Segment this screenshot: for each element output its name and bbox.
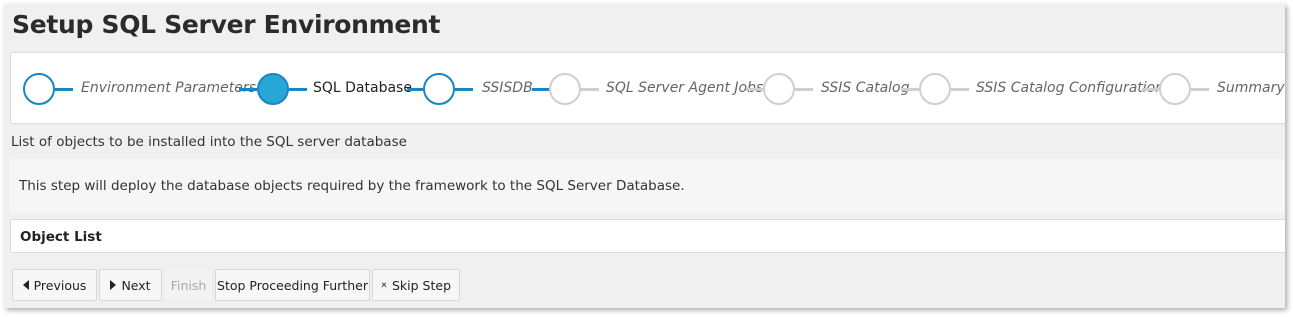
step-description: This step will deploy the database objec… xyxy=(19,178,685,194)
step-connector xyxy=(239,88,257,91)
stop-button-label: Stop Proceeding Further xyxy=(217,277,368,293)
previous-button-label: Previous xyxy=(33,277,87,293)
step-7-circle[interactable] xyxy=(1159,73,1191,105)
step-sql-database[interactable]: SQL Database xyxy=(313,80,412,96)
step-5-circle[interactable] xyxy=(763,73,795,105)
step-1-circle[interactable] xyxy=(23,73,55,105)
step-connector xyxy=(289,88,307,91)
stepper-track: Environment Parameters SQL Database SSIS… xyxy=(11,53,1285,123)
step-6-circle[interactable] xyxy=(919,73,951,105)
caret-left-icon xyxy=(22,280,29,290)
next-button-label: Next xyxy=(121,277,151,293)
step-summary[interactable]: Summary xyxy=(1217,80,1285,96)
step-3-circle[interactable] xyxy=(423,73,455,105)
step-4-circle[interactable] xyxy=(549,73,581,105)
step-connector xyxy=(1191,88,1209,91)
setup-window: Setup SQL Server Environment Environment… xyxy=(4,4,1285,308)
step-2-circle[interactable] xyxy=(257,73,289,105)
step-connector xyxy=(55,88,73,91)
step-connector xyxy=(532,88,550,91)
step-connector xyxy=(581,88,599,91)
step-connector xyxy=(455,88,473,91)
object-list-title: Object List xyxy=(20,229,102,245)
step-ssis-catalog[interactable]: SSIS Catalog xyxy=(821,80,910,96)
finish-button[interactable]: Finish xyxy=(164,269,213,301)
caret-right-icon xyxy=(110,280,117,290)
next-button[interactable]: Next xyxy=(99,269,162,301)
wizard-stepper: Environment Parameters SQL Database SSIS… xyxy=(10,52,1285,124)
finish-button-label: Finish xyxy=(170,277,207,293)
skip-button-label: Skip Step xyxy=(391,277,451,293)
step-environment-parameters[interactable]: Environment Parameters xyxy=(81,80,256,96)
stop-proceeding-button[interactable]: Stop Proceeding Further xyxy=(215,269,370,301)
previous-button[interactable]: Previous xyxy=(12,269,97,301)
step-connector xyxy=(901,88,919,91)
step-connector xyxy=(795,88,813,91)
skip-x-icon xyxy=(381,282,387,288)
step-connector xyxy=(951,88,969,91)
page-title: Setup SQL Server Environment xyxy=(12,10,441,39)
step-sql-server-agent-jobs[interactable]: SQL Server Agent Jobs xyxy=(606,80,763,96)
step-subtitle: List of objects to be installed into the… xyxy=(11,134,407,150)
object-list-panel[interactable]: Object List xyxy=(10,219,1285,253)
step-ssisdb[interactable]: SSISDB xyxy=(482,80,533,96)
step-connector xyxy=(1142,88,1160,91)
skip-step-button[interactable]: Skip Step xyxy=(372,269,460,301)
step-connector xyxy=(407,88,423,91)
step-connector xyxy=(746,88,764,91)
step-ssis-catalog-configuration[interactable]: SSIS Catalog Configuration xyxy=(976,80,1164,96)
